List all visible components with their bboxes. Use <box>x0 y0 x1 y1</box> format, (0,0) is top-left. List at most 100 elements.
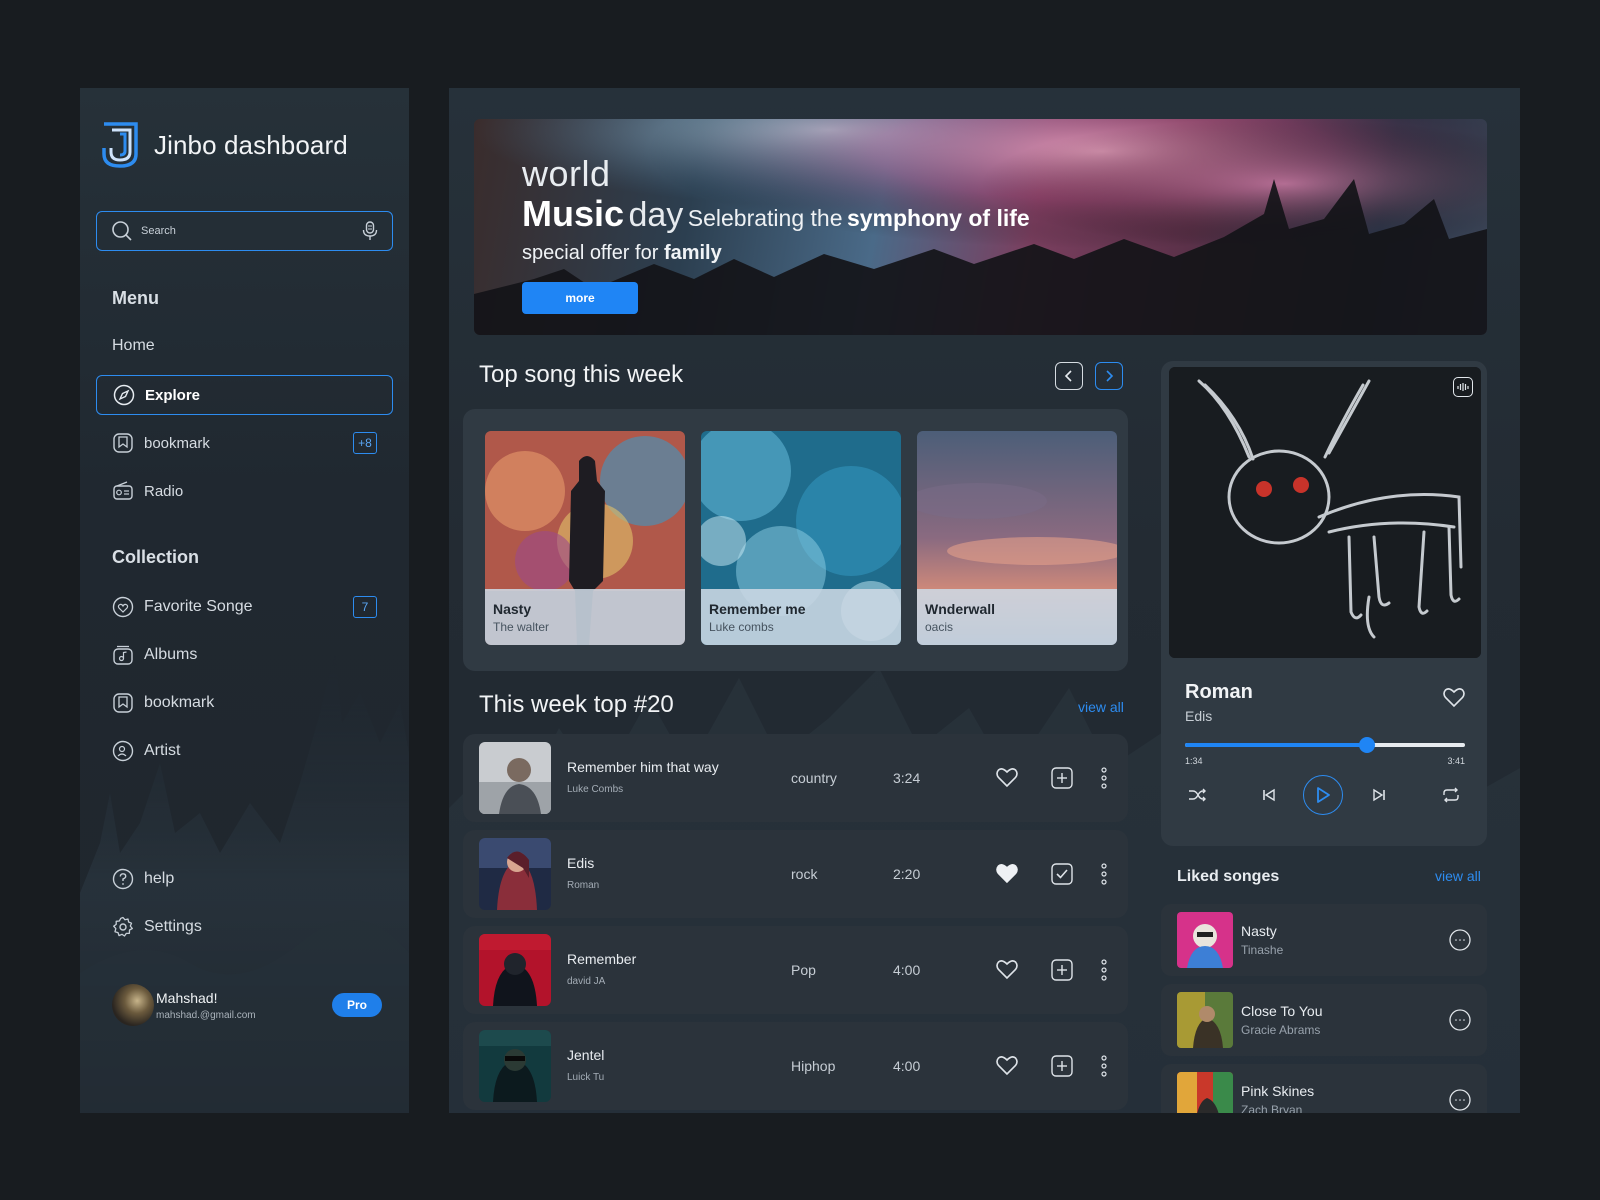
track-artist: Roman <box>567 880 600 891</box>
sidebar-item-label: Explore <box>145 386 201 404</box>
sidebar-item-label: bookmark <box>144 694 215 711</box>
equalizer-icon[interactable] <box>1453 377 1473 397</box>
liked-song-title: Close To You <box>1241 1003 1323 1019</box>
sidebar-item-help[interactable]: help <box>96 859 393 899</box>
sidebar-item-collection-bookmark[interactable]: bookmark <box>96 683 393 723</box>
repeat-icon <box>1443 787 1459 803</box>
app-logo[interactable]: Jinbo dashboard <box>100 120 348 170</box>
now-playing-player: Roman Edis 1:34 3:41 <box>1161 361 1487 846</box>
heart-filled-icon[interactable] <box>995 862 1019 884</box>
song-card[interactable]: Nasty The walter <box>485 431 685 645</box>
previous-button[interactable] <box>1055 362 1083 390</box>
track-title: Remember <box>567 951 637 967</box>
sidebar-item-radio[interactable]: Radio <box>96 471 393 511</box>
sidebar-item-albums[interactable]: Albums <box>96 635 393 675</box>
menu-heading: Menu <box>112 288 159 308</box>
compass-icon <box>113 384 135 406</box>
more-button[interactable]: more <box>522 282 638 314</box>
track-cover-image <box>479 934 551 1006</box>
song-card-caption: Remember me Luke combs <box>701 589 901 645</box>
jinbo-logo-icon <box>102 122 138 168</box>
sidebar-item-label: Albums <box>144 646 198 663</box>
album-art-image <box>1169 367 1481 658</box>
bookmark-count-badge: +8 <box>353 432 377 454</box>
play-button[interactable] <box>1303 775 1343 815</box>
search-bar[interactable] <box>96 211 393 251</box>
more-options-icon[interactable] <box>1101 1055 1107 1077</box>
shuffle-button[interactable] <box>1185 783 1209 807</box>
search-input[interactable] <box>141 225 362 237</box>
heart-icon[interactable] <box>995 1054 1019 1076</box>
previous-track-button[interactable] <box>1257 783 1281 807</box>
track-cover-image <box>479 1030 551 1102</box>
banner-offer: special offer for family <box>522 242 722 265</box>
liked-song-title: Nasty <box>1241 923 1277 939</box>
track-title: Jentel <box>567 1047 605 1063</box>
heart-icon[interactable] <box>995 766 1019 788</box>
list-item[interactable]: Pink Skines Zach Bryan <box>1161 1064 1487 1113</box>
progress-slider[interactable] <box>1185 737 1465 753</box>
track-cover-image <box>479 742 551 814</box>
repeat-button[interactable] <box>1439 783 1463 807</box>
microphone-icon[interactable] <box>362 221 378 241</box>
sidebar-item-explore[interactable]: Explore <box>96 375 393 415</box>
sidebar-item-home[interactable]: Home <box>96 326 393 366</box>
heart-icon[interactable] <box>1442 686 1466 708</box>
add-to-playlist-icon[interactable] <box>1051 959 1073 981</box>
skip-forward-icon <box>1373 788 1385 802</box>
banner-tag-bold: symphony of life <box>846 205 1030 231</box>
table-row[interactable]: Edis Roman rock 2:20 <box>463 830 1128 918</box>
track-genre: country <box>791 770 837 786</box>
heart-icon[interactable] <box>995 958 1019 980</box>
bookmark-icon <box>112 692 134 714</box>
more-options-icon[interactable] <box>1449 929 1471 951</box>
artist-icon <box>112 740 134 762</box>
chevron-left-icon <box>1064 370 1072 382</box>
gear-icon <box>112 916 134 938</box>
add-to-playlist-icon[interactable] <box>1051 1055 1073 1077</box>
more-options-icon[interactable] <box>1101 767 1107 789</box>
table-row[interactable]: Jentel Luick Tu Hiphop 4:00 <box>463 1022 1128 1110</box>
sidebar-item-label: Radio <box>144 482 184 500</box>
list-item[interactable]: Close To You Gracie Abrams <box>1161 984 1487 1056</box>
track-artist: david JA <box>567 976 606 987</box>
track-cover-image <box>479 838 551 910</box>
liked-song-artist: Zach Bryan <box>1241 1103 1303 1113</box>
sidebar-item-bookmark[interactable]: bookmark +8 <box>96 423 393 463</box>
user-profile[interactable]: Mahshad! mahshad.@gmail.com Pro <box>112 984 382 1026</box>
sidebar-item-settings[interactable]: Settings <box>96 907 393 947</box>
track-duration: 4:00 <box>893 1058 921 1074</box>
sidebar-item-artist[interactable]: Artist <box>96 731 393 771</box>
liked-song-artist: Gracie Abrams <box>1241 1023 1321 1037</box>
progress-handle[interactable] <box>1359 737 1375 753</box>
next-button[interactable] <box>1095 362 1123 390</box>
pro-badge-button[interactable]: Pro <box>332 993 382 1017</box>
banner-day: day <box>628 196 684 234</box>
next-track-button[interactable] <box>1367 783 1391 807</box>
song-card[interactable]: Wnderwall oacis <box>917 431 1117 645</box>
sidebar-item-favorite-songs[interactable]: Favorite Songe 7 <box>96 587 393 627</box>
added-check-icon[interactable] <box>1051 863 1073 885</box>
weekly-view-all-link[interactable]: view all <box>1078 699 1124 715</box>
sidebar-item-label: Home <box>112 337 155 354</box>
more-options-icon[interactable] <box>1101 863 1107 885</box>
list-item[interactable]: Nasty Tinashe <box>1161 904 1487 976</box>
weekly-heading: This week top #20 <box>479 691 674 718</box>
play-icon <box>1317 787 1330 803</box>
song-card[interactable]: Remember me Luke combs <box>701 431 901 645</box>
song-card-artist: The walter <box>493 620 550 634</box>
search-icon <box>112 221 132 241</box>
more-options-icon[interactable] <box>1449 1089 1471 1111</box>
more-options-icon[interactable] <box>1101 959 1107 981</box>
current-time: 1:34 <box>1185 756 1203 766</box>
liked-view-all-link[interactable]: view all <box>1435 868 1481 884</box>
table-row[interactable]: Remember david JA Pop 4:00 <box>463 926 1128 1014</box>
table-row[interactable]: Remember him that way Luke Combs country… <box>463 734 1128 822</box>
add-to-playlist-icon[interactable] <box>1051 767 1073 789</box>
main-panel: world Music day Selebrating the symphony… <box>449 88 1520 1113</box>
album-icon <box>112 644 134 666</box>
sidebar-item-label: Artist <box>144 742 181 759</box>
more-options-icon[interactable] <box>1449 1009 1471 1031</box>
track-artist: Luke Combs <box>567 784 624 795</box>
shuffle-icon <box>1189 788 1206 802</box>
